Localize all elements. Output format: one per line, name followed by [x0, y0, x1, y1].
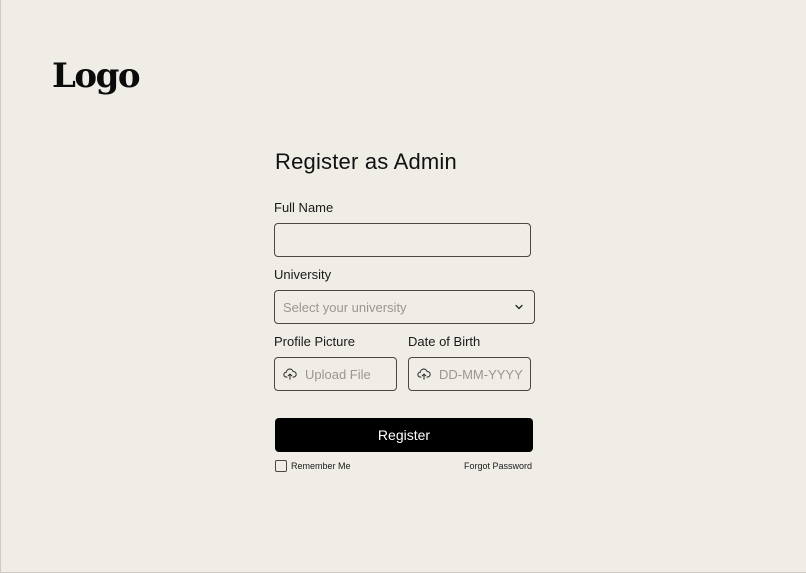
remember-me[interactable]: Remember Me: [275, 460, 351, 472]
full-name-field[interactable]: [274, 223, 531, 257]
chevron-down-icon: [514, 302, 524, 312]
register-button[interactable]: Register: [275, 418, 533, 452]
profile-picture-label: Profile Picture: [274, 334, 355, 349]
profile-picture-upload[interactable]: Upload File: [274, 357, 397, 391]
date-of-birth-placeholder: DD-MM-YYYY: [439, 366, 523, 382]
page-title: Register as Admin: [275, 149, 457, 174]
remember-me-label: Remember Me: [291, 461, 351, 471]
university-select[interactable]: Select your university: [274, 290, 535, 324]
logo: Logo: [52, 56, 141, 96]
full-name-label: Full Name: [274, 200, 334, 215]
cloud-upload-icon: [283, 367, 297, 381]
date-of-birth-field[interactable]: DD-MM-YYYY: [408, 357, 531, 391]
cloud-upload-icon: [417, 367, 431, 381]
forgot-password-link[interactable]: Forgot Password: [464, 461, 532, 471]
university-label: University: [274, 267, 332, 282]
remember-me-checkbox[interactable]: [275, 460, 287, 472]
university-select-placeholder: Select your university: [283, 299, 407, 315]
date-of-birth-label: Date of Birth: [408, 334, 481, 349]
full-name-input[interactable]: [275, 224, 530, 256]
upload-file-placeholder: Upload File: [305, 366, 371, 382]
